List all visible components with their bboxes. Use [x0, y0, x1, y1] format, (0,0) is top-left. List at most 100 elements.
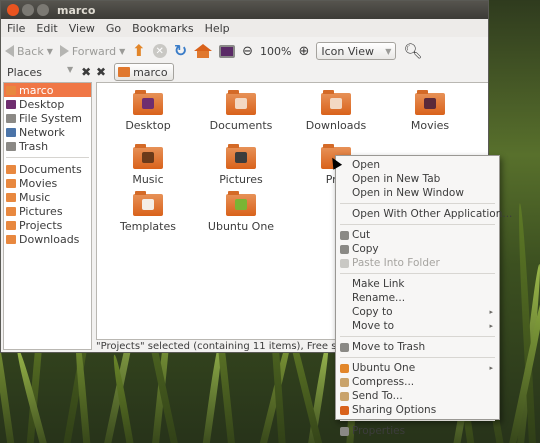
menu-item-label: Open in New Window: [352, 187, 464, 199]
sidebar-item-marco[interactable]: marco: [4, 83, 91, 97]
menu-separator: [340, 203, 495, 204]
back-arrow-icon: [5, 45, 14, 57]
back-button[interactable]: Back ▼: [5, 45, 53, 58]
file-item-templates[interactable]: Templates: [108, 191, 188, 233]
folder-icon: [6, 206, 16, 216]
close-pane-icon[interactable]: ✖: [96, 65, 106, 79]
zoom-level[interactable]: 100%: [260, 45, 291, 58]
menu-item-label: Move to: [352, 320, 395, 332]
menu-item-properties[interactable]: Properties: [336, 424, 499, 438]
menu-item-label: Make Link: [352, 278, 405, 290]
menu-item-label: Open in New Tab: [352, 173, 441, 185]
chevron-down-icon: ▼: [385, 46, 392, 56]
file-item-desktop[interactable]: Desktop: [108, 90, 188, 132]
folder-icon: [6, 178, 16, 188]
trash-icon: [6, 141, 16, 151]
places-label: Places: [7, 65, 42, 79]
menu-item-open-in-new-tab[interactable]: Open in New Tab: [336, 172, 499, 186]
sidebar-item-desktop[interactable]: Desktop: [4, 97, 91, 111]
menu-item-move-to[interactable]: Move to ▸: [336, 319, 499, 333]
sidebar-item-file-system[interactable]: File System: [4, 111, 91, 125]
title-bar[interactable]: marco: [1, 1, 488, 19]
close-window-icon[interactable]: [7, 4, 19, 16]
ubuntu-one-icon: [340, 364, 349, 373]
menu-item-sharing-options[interactable]: Sharing Options: [336, 403, 499, 417]
menu-item-compress[interactable]: Compress...: [336, 375, 499, 389]
folder-icon: [6, 164, 16, 174]
sidebar-separator: [6, 157, 89, 158]
close-sidebar-icon[interactable]: ✖: [81, 65, 91, 79]
view-mode-value: Icon View: [321, 44, 374, 58]
menu-item-send-to[interactable]: Send To...: [336, 389, 499, 403]
menu-item-label: Open With Other Application...: [352, 208, 513, 220]
menu-bookmarks[interactable]: Bookmarks: [132, 22, 193, 35]
menu-item-make-link[interactable]: Make Link: [336, 277, 499, 291]
home-folder-icon: [6, 85, 16, 95]
file-item-downloads[interactable]: Downloads: [296, 90, 376, 132]
folder-icon: [6, 192, 16, 202]
file-label: Documents: [209, 119, 273, 132]
menu-item-copy[interactable]: Copy: [336, 242, 499, 256]
places-dropdown-icon[interactable]: ▼: [67, 65, 73, 79]
zoom-in-icon[interactable]: ⊕: [298, 44, 309, 59]
submenu-arrow-icon: ▸: [489, 364, 493, 372]
menu-item-move-to-trash[interactable]: Move to Trash: [336, 340, 499, 354]
sidebar-item-pictures[interactable]: Pictures: [4, 204, 91, 218]
menu-item-label: Send To...: [352, 390, 403, 402]
menu-item-open-in-new-window[interactable]: Open in New Window: [336, 186, 499, 200]
sidebar-item-downloads[interactable]: Downloads: [4, 232, 91, 246]
sidebar-item-trash[interactable]: Trash: [4, 139, 91, 153]
computer-icon[interactable]: [219, 44, 236, 58]
reload-icon[interactable]: ↻: [174, 43, 187, 59]
menu-item-open-with-other-application[interactable]: Open With Other Application...: [336, 207, 512, 221]
home-folder-icon: [118, 67, 131, 77]
menu-view[interactable]: View: [69, 22, 95, 35]
sidebar-item-label: Pictures: [19, 204, 63, 218]
menu-help[interactable]: Help: [205, 22, 230, 35]
sidebar-item-label: Desktop: [19, 97, 65, 111]
home-icon[interactable]: [194, 44, 213, 58]
downloads-folder-icon: [321, 90, 351, 115]
menu-separator: [340, 224, 495, 225]
file-item-music[interactable]: Music: [108, 144, 188, 186]
up-arrow-icon[interactable]: ⬆: [132, 43, 145, 59]
location-bar: ✖ marco: [96, 63, 174, 81]
sidebar-item-movies[interactable]: Movies: [4, 176, 91, 190]
menu-item-ubuntu-one[interactable]: Ubuntu One ▸: [336, 361, 499, 375]
sidebar-item-projects[interactable]: Projects: [4, 218, 91, 232]
breadcrumb-home[interactable]: marco: [114, 63, 174, 81]
compress-icon: [340, 378, 349, 387]
sidebar-item-network[interactable]: Network: [4, 125, 91, 139]
maximize-window-icon[interactable]: [37, 4, 49, 16]
templates-folder-icon: [133, 191, 163, 216]
menu-item-open[interactable]: Open: [336, 158, 499, 172]
minimize-window-icon[interactable]: [22, 4, 34, 16]
file-item-documents[interactable]: Documents: [201, 90, 281, 132]
stop-icon[interactable]: ✕: [152, 44, 167, 58]
file-item-movies[interactable]: Movies: [390, 90, 470, 132]
menu-item-cut[interactable]: Cut: [336, 228, 499, 242]
menu-separator: [340, 420, 495, 421]
menu-edit[interactable]: Edit: [36, 22, 57, 35]
menu-item-rename[interactable]: Rename...: [336, 291, 499, 305]
sidebar-item-label: Movies: [19, 176, 58, 190]
sidebar-item-documents[interactable]: Documents: [4, 162, 91, 176]
menu-go[interactable]: Go: [106, 22, 121, 35]
desktop-folder-icon: [133, 90, 163, 115]
folder-icon: [6, 234, 16, 244]
pictures-folder-icon: [226, 144, 256, 169]
zoom-out-icon[interactable]: ⊖: [242, 44, 253, 59]
search-icon[interactable]: 🔍︎: [403, 42, 422, 60]
forward-button[interactable]: Forward ▼: [59, 45, 125, 58]
file-item-ubuntu-one[interactable]: Ubuntu One: [201, 191, 281, 233]
menu-file[interactable]: File: [7, 22, 25, 35]
sidebar-item-music[interactable]: Music: [4, 190, 91, 204]
menu-item-label: Move to Trash: [352, 341, 426, 353]
trash-icon: [340, 343, 349, 352]
menu-item-copy-to[interactable]: Copy to ▸: [336, 305, 499, 319]
view-mode-select[interactable]: Icon View ▼: [316, 42, 397, 60]
desktop-icon: [6, 99, 16, 109]
file-label: Downloads: [305, 119, 367, 132]
file-item-pictures[interactable]: Pictures: [201, 144, 281, 186]
sidebar-item-label: Projects: [19, 218, 63, 232]
